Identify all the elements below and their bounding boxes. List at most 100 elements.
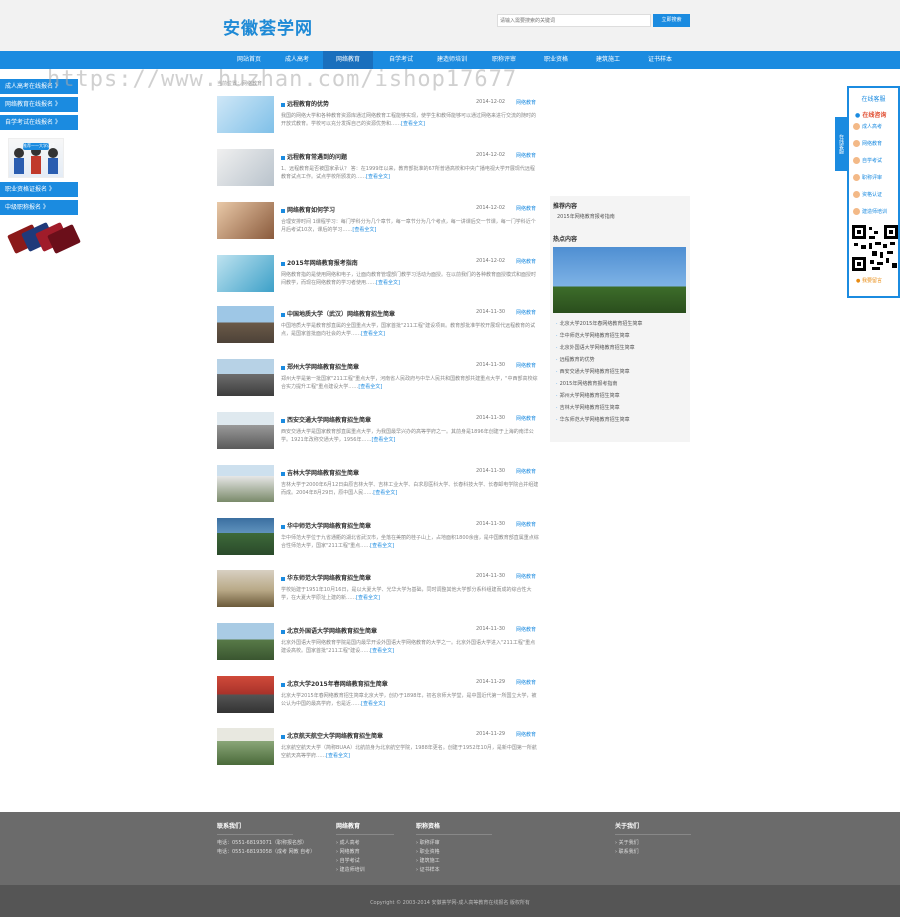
article-thumbnail[interactable] — [217, 570, 274, 607]
hot-title: 热点内容 — [553, 236, 578, 243]
hot-item[interactable]: 2015年网络教育报考指南 — [550, 378, 690, 390]
article-title[interactable]: 吉林大学网络教育招生简章 — [281, 468, 359, 477]
read-more-link[interactable]: [查看全文] — [371, 437, 395, 443]
online-consult-link[interactable]: ● 在线咨询 — [849, 103, 898, 119]
article-title[interactable]: 北京大学2015年春网络教育招生简章 — [281, 679, 388, 688]
hot-item[interactable]: 华中师范大学网络教育招生简章 — [550, 330, 690, 342]
hot-item[interactable]: 郑州大学网络教育招生简章 — [550, 390, 690, 402]
service-item[interactable]: 网络教育 — [849, 136, 898, 153]
hot-item[interactable]: 远程教育的优势 — [550, 354, 690, 366]
article-thumbnail[interactable] — [217, 149, 274, 186]
hot-item[interactable]: 北京大学2015年春网络教育招生简章 — [550, 318, 690, 330]
nav-item-construction[interactable]: 建筑施工 — [583, 51, 633, 69]
article-thumbnail[interactable] — [217, 359, 274, 396]
read-more-link[interactable]: [查看全文] — [361, 331, 385, 337]
article-date: 2014-11-30 — [476, 573, 506, 579]
hot-item[interactable]: 北京外国语大学网络教育招生简章 — [550, 342, 690, 354]
summary-text: 北京大学2015年春网络教育招生简章北京大学，创办于1898年，初名京师大学堂，… — [281, 693, 537, 707]
article-title[interactable]: 北京外国语大学网络教育招生简章 — [281, 626, 377, 635]
article-category[interactable]: 网络教育 — [516, 731, 536, 738]
article-title[interactable]: 远程教育常遇到的问题 — [281, 152, 347, 161]
article-title[interactable]: 郑州大学网络教育招生简章 — [281, 362, 359, 371]
article-category[interactable]: 网络教育 — [516, 152, 536, 159]
article-thumbnail[interactable] — [217, 412, 274, 449]
read-more-link[interactable]: [查看全文] — [358, 384, 382, 390]
article-title[interactable]: 中国地质大学（武汉）网络教育招生简章 — [281, 309, 395, 318]
left-link-self-study[interactable]: 自学考试在线报名 》 — [0, 115, 78, 130]
service-item[interactable]: 建造师培训 — [849, 204, 898, 221]
site-logo[interactable]: 安徽荟学网 — [223, 14, 313, 39]
article-category[interactable]: 网络教育 — [516, 679, 536, 686]
left-link-qualification[interactable]: 职业资格证报名 》 — [0, 182, 78, 197]
article-title[interactable]: 西安交通大学网络教育招生简章 — [281, 415, 371, 424]
article-title[interactable]: 北京航天航空大学网络教育招生简章 — [281, 731, 383, 740]
hot-photo[interactable] — [553, 247, 686, 313]
service-item[interactable]: 成人高考 — [849, 119, 898, 136]
read-more-link[interactable]: [查看全文] — [352, 227, 376, 233]
service-item[interactable]: 职称评审 — [849, 170, 898, 187]
footer-link[interactable]: › 建筑施工 — [416, 857, 492, 866]
article-title[interactable]: 2015年网络教育报考指南 — [281, 258, 358, 267]
hot-item[interactable]: 华东师范大学网络教育招生简章 — [550, 414, 690, 426]
footer-link[interactable]: › 证书样本 — [416, 866, 492, 875]
read-more-link[interactable]: [查看全文] — [366, 174, 390, 180]
nav-item-certificates[interactable]: 证书样本 — [635, 51, 685, 69]
footer-divider — [336, 834, 394, 835]
footer-link[interactable]: › 关于我们 — [615, 839, 691, 848]
footer-link[interactable]: › 自学考试 — [336, 857, 394, 866]
article-title[interactable]: 网络教育如何学习 — [281, 205, 335, 214]
article-summary: 1、远程教育是否被国家承认？ 答：在1999年以来，教育部批准的67所普通高校和… — [281, 165, 539, 181]
article-category[interactable]: 网络教育 — [516, 258, 536, 265]
article-thumbnail[interactable] — [217, 465, 274, 502]
article-category[interactable]: 网络教育 — [516, 468, 536, 475]
article-thumbnail[interactable] — [217, 202, 274, 239]
footer-link[interactable]: › 建造师培训 — [336, 866, 394, 875]
article-title[interactable]: 华中师范大学网络教育招生简章 — [281, 521, 371, 530]
article-thumbnail[interactable] — [217, 96, 274, 133]
article-category[interactable]: 网络教育 — [516, 362, 536, 369]
article-category[interactable]: 网络教育 — [516, 573, 536, 580]
read-more-link[interactable]: [查看全文] — [370, 543, 394, 549]
article-thumbnail[interactable] — [217, 255, 274, 292]
avatar-icon — [853, 208, 860, 215]
left-link-title[interactable]: 中级职称报名 》 — [0, 200, 78, 215]
hot-item[interactable]: 吉林大学网络教育招生简章 — [550, 402, 690, 414]
footer-link[interactable]: › 职业资格 — [416, 848, 492, 857]
read-more-link[interactable]: [查看全文] — [370, 648, 394, 654]
article-category[interactable]: 网络教育 — [516, 415, 536, 422]
article-thumbnail[interactable] — [217, 623, 274, 660]
footer-link[interactable]: › 网络教育 — [336, 848, 394, 857]
article-category[interactable]: 网络教育 — [516, 521, 536, 528]
read-more-link[interactable]: [查看全文] — [361, 701, 385, 707]
service-item-label: 资格认证 — [862, 192, 883, 198]
article-thumbnail[interactable] — [217, 518, 274, 555]
left-link-online-edu[interactable]: 网络教育在线报名 》 — [0, 97, 78, 112]
read-more-link[interactable]: [查看全文] — [376, 280, 400, 286]
article-category[interactable]: 网络教育 — [516, 309, 536, 316]
promo-image[interactable]: 推荐——大学读了 — [8, 138, 64, 178]
article-thumbnail[interactable] — [217, 728, 274, 765]
search-input[interactable] — [497, 14, 651, 27]
leave-message-link[interactable]: ● 我要留言 — [849, 271, 898, 284]
recommend-item[interactable]: 2015年网络教育报考指南 — [550, 210, 690, 220]
nav-item-qualification[interactable]: 职业资格 — [531, 51, 581, 69]
service-item[interactable]: 自学考试 — [849, 153, 898, 170]
read-more-link[interactable]: [查看全文] — [401, 121, 425, 127]
search-button[interactable]: 立即搜索 — [653, 14, 690, 27]
footer-link[interactable]: › 联系我们 — [615, 848, 691, 857]
article-category[interactable]: 网络教育 — [516, 626, 536, 633]
article-thumbnail[interactable] — [217, 676, 274, 713]
read-more-link[interactable]: [查看全文] — [373, 490, 397, 496]
article-title[interactable]: 华东师范大学网络教育招生简章 — [281, 573, 371, 582]
article-thumbnail[interactable] — [217, 306, 274, 343]
online-service-tab[interactable]: 在线客服 — [835, 117, 847, 171]
footer-link[interactable]: › 成人高考 — [336, 839, 394, 848]
article-category[interactable]: 网络教育 — [516, 205, 536, 212]
read-more-link[interactable]: [查看全文] — [326, 753, 350, 759]
article-category[interactable]: 网络教育 — [516, 99, 536, 106]
hot-item[interactable]: 西安交通大学网络教育招生简章 — [550, 366, 690, 378]
service-item[interactable]: 资格认证 — [849, 187, 898, 204]
read-more-link[interactable]: [查看全文] — [356, 595, 380, 601]
footer-link[interactable]: › 职称评审 — [416, 839, 492, 848]
article-title[interactable]: 远程教育的优势 — [281, 99, 329, 108]
